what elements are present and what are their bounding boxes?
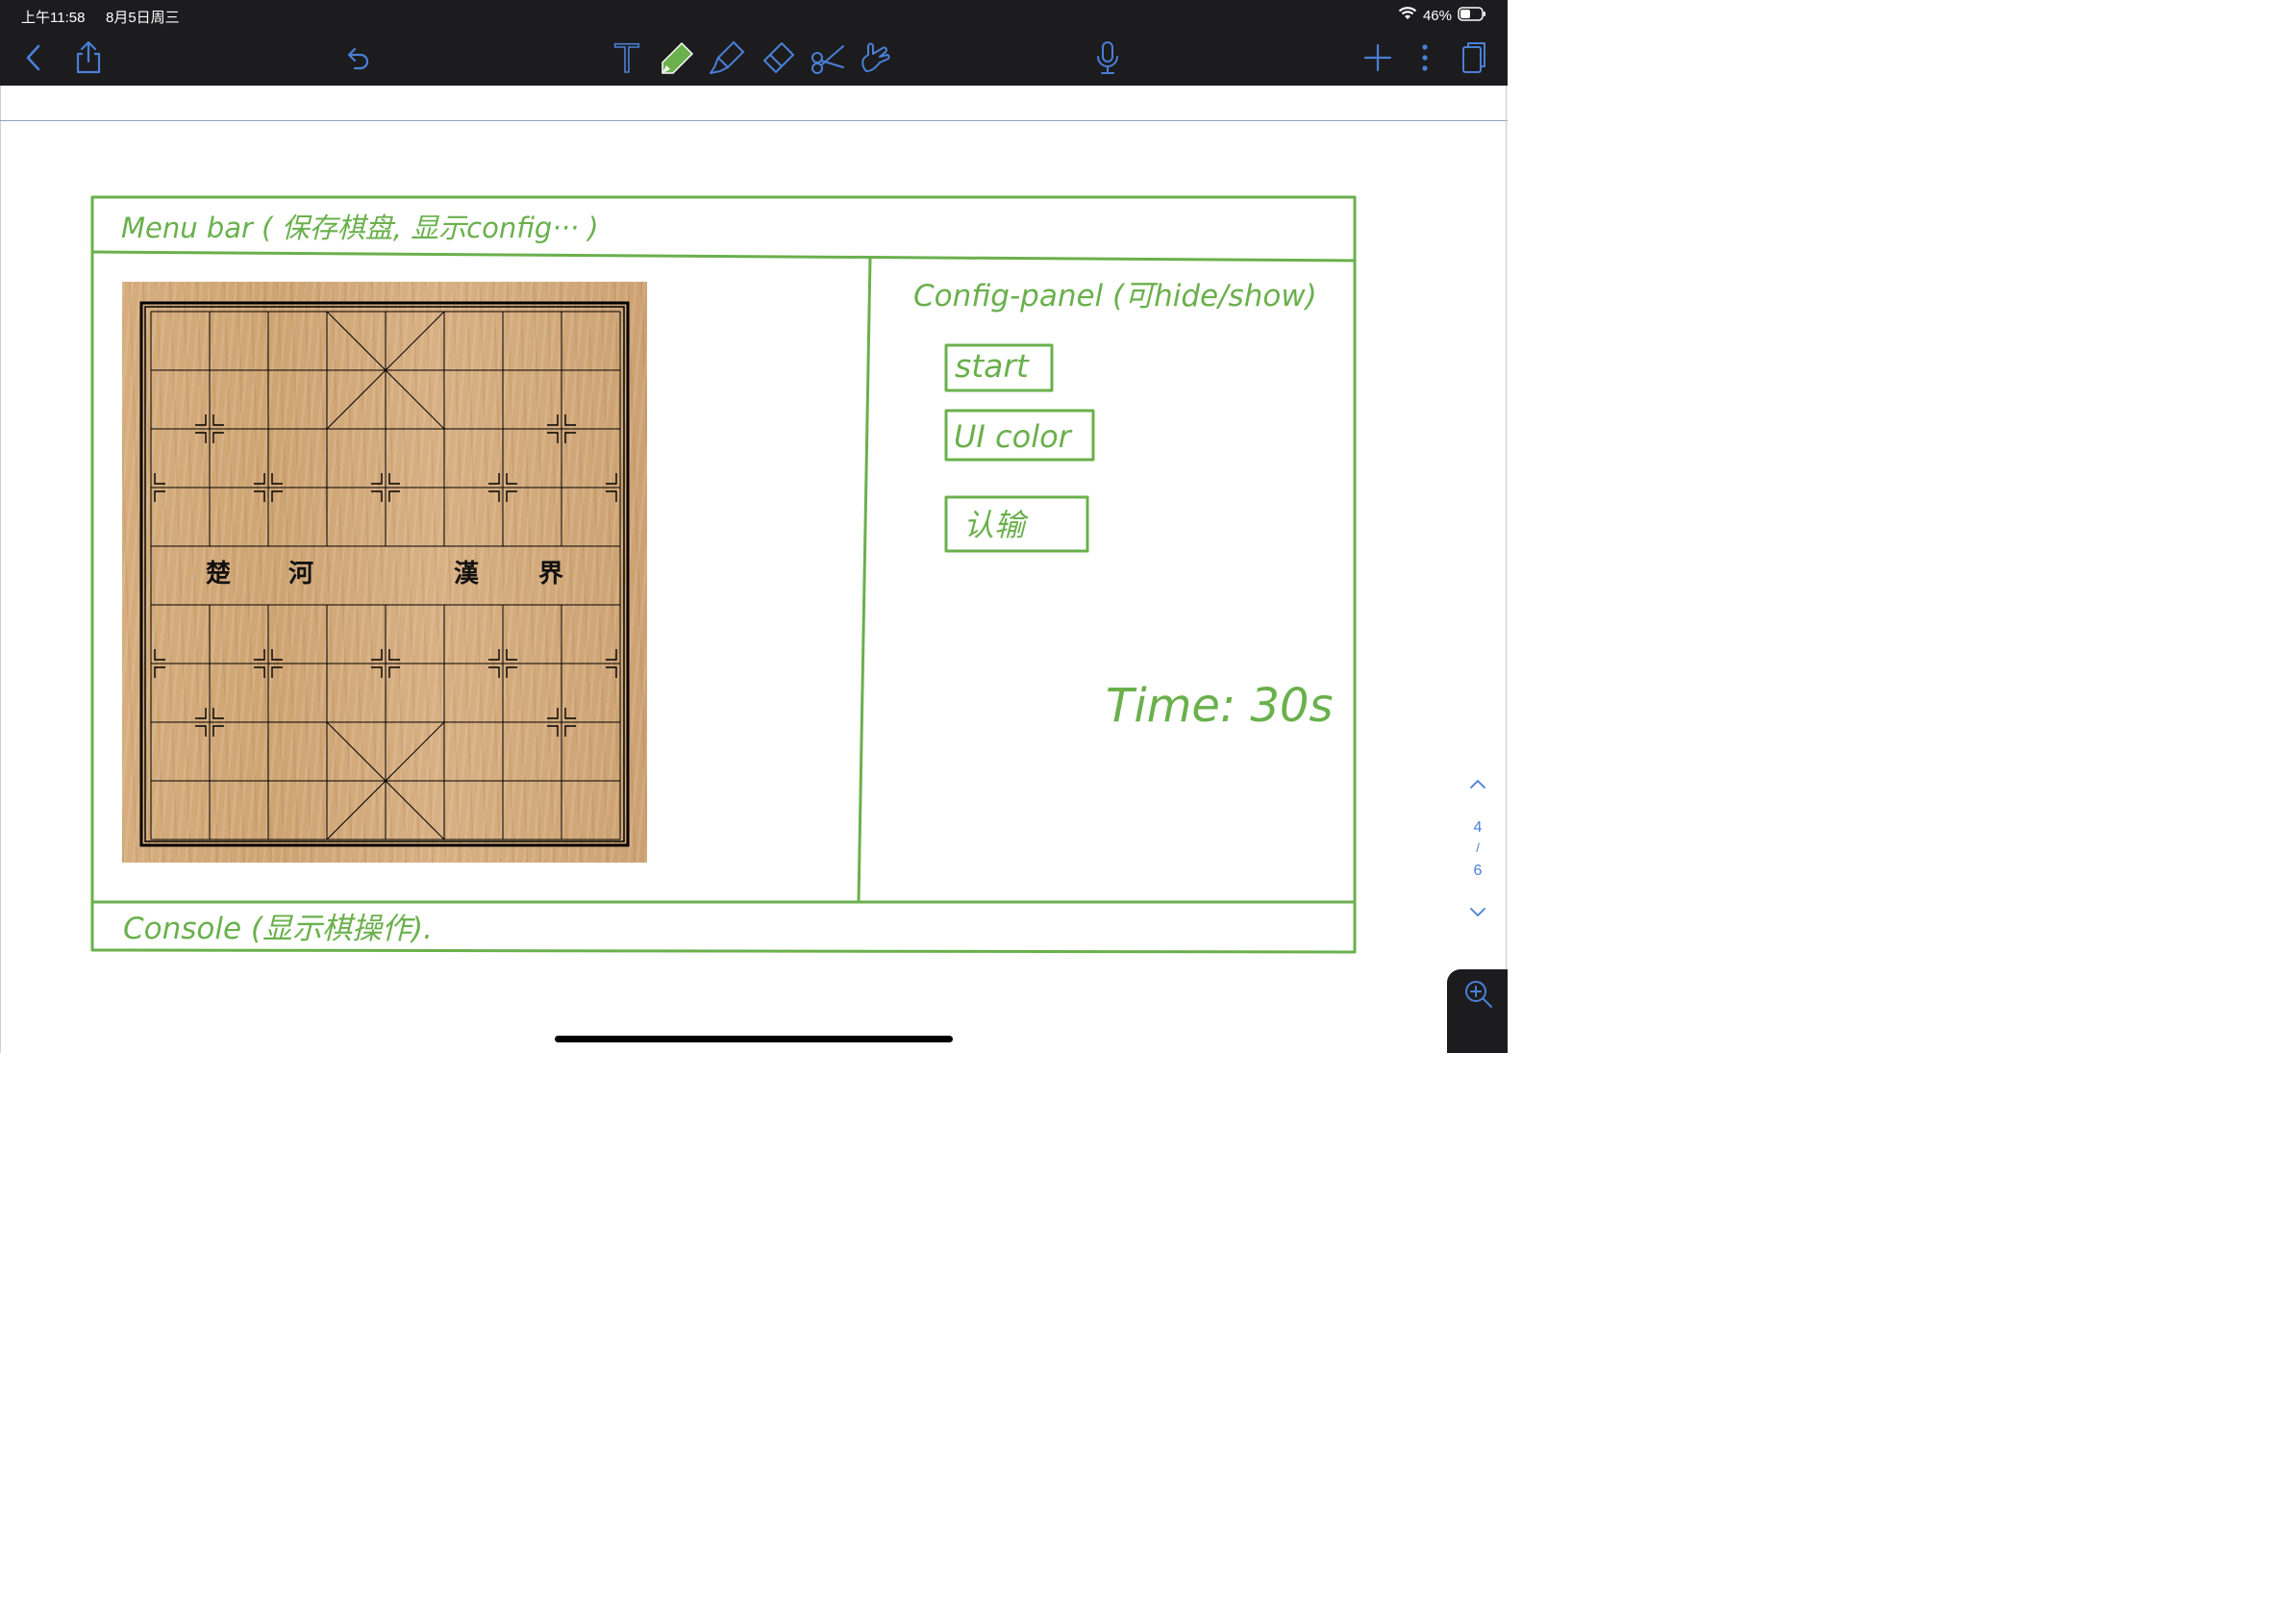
xiangqi-board[interactable]: 楚 河 漢 界 xyxy=(122,282,647,863)
timer-label: Time: 30s xyxy=(1106,679,1333,733)
river-char-chu: 楚 xyxy=(206,560,231,589)
sketch-panel-divider xyxy=(857,256,872,904)
start-button[interactable]: start xyxy=(955,347,1030,385)
river-char-he: 河 xyxy=(288,560,313,589)
sketch-menu-separator xyxy=(90,250,1357,263)
app-window: 上午11:58 8月5日周三 46% T Menu bar (保存棋盘, 显示… xyxy=(0,0,1508,1053)
menu-bar-label: Menu bar ( 保存棋盘, 显示config··· ) xyxy=(121,212,599,244)
page-up-icon[interactable] xyxy=(1469,777,1486,795)
zoom-button[interactable] xyxy=(1447,969,1508,1053)
page-navigator: 4 / 6 xyxy=(1461,777,1494,921)
page-down-icon[interactable] xyxy=(1469,906,1486,924)
river-char-jie: 界 xyxy=(538,560,563,589)
resign-button[interactable]: 认输 xyxy=(963,507,1029,543)
river-char-han: 漢 xyxy=(454,560,480,589)
page-total: 6 xyxy=(1473,863,1483,879)
console-label: Console (显示棋操作). xyxy=(123,912,433,946)
home-indicator[interactable] xyxy=(555,1036,953,1042)
page-current: 4 xyxy=(1473,819,1483,836)
ui-color-button[interactable]: UI color xyxy=(954,418,1073,455)
page-separator: / xyxy=(1476,840,1480,855)
zoom-in-icon xyxy=(1465,981,1492,1008)
board-grid: 楚 河 漢 界 xyxy=(139,301,630,847)
config-panel-label: Config-panel (可hide/show) xyxy=(913,279,1317,313)
